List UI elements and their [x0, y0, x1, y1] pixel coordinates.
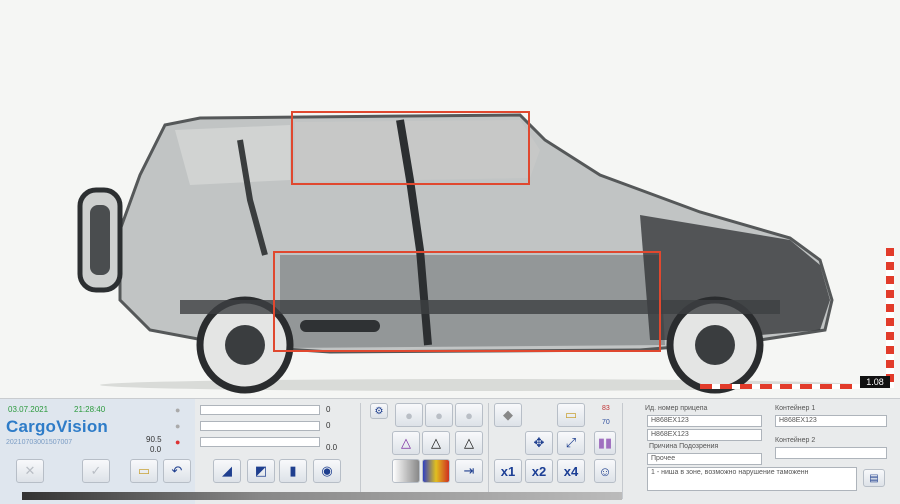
cancel-button[interactable]: ✕ [16, 459, 44, 483]
scan-date: 03.07.2021 [8, 405, 49, 414]
scan-info-block: 03.07.2021 21:28:40 CargoVision 20210703… [0, 399, 195, 504]
zoom-readout: 1.08 [860, 376, 890, 388]
scan-serial: 20210703001507007 [6, 439, 73, 446]
person-icon[interactable]: ☺ [594, 459, 616, 483]
value-a: 90.5 [146, 435, 162, 444]
scanner-icon[interactable]: ⚙ [370, 403, 388, 419]
circle-button-2[interactable]: ● [425, 403, 453, 427]
eye-icon[interactable]: ◉ [313, 459, 341, 483]
control-panel: 03.07.2021 21:28:40 CargoVision 20210703… [0, 398, 900, 504]
container2-field[interactable] [775, 447, 887, 459]
zoom-x4-button[interactable]: x4 [557, 459, 585, 483]
container1-label: Контейнер 1 [775, 405, 816, 412]
container1-field[interactable]: H868EX123 [775, 415, 887, 427]
scan-time: 21:28:40 [74, 405, 106, 414]
xray-scan-view[interactable]: 1.08 [0, 0, 900, 398]
alert-icon: ● [175, 437, 181, 447]
notes-icon[interactable]: ▤ [863, 469, 885, 487]
undo-icon[interactable]: ↶ [163, 459, 191, 483]
indicator-1: 83 [602, 405, 610, 412]
export-icon[interactable]: ⇥ [455, 459, 483, 483]
zoom-x1-button[interactable]: x1 [494, 459, 522, 483]
divider [360, 403, 361, 499]
grayscale-icon[interactable] [392, 459, 420, 483]
slider-3[interactable] [200, 437, 320, 447]
gamma-icon[interactable]: ◢ [213, 459, 241, 483]
trailer-field-2[interactable]: H868EX123 [647, 429, 762, 441]
value-b: 0.0 [150, 445, 162, 454]
vehicle-info-block: Ид. номер прицепа Контейнер 1 H868EX123 … [625, 399, 900, 504]
histogram-icon[interactable]: ▮ [279, 459, 307, 483]
divider-2 [488, 403, 489, 499]
fit-screen-icon[interactable]: ⤢ [557, 431, 585, 455]
image-strip-bar [22, 492, 622, 500]
circle-button-3[interactable]: ● [455, 403, 483, 427]
triangle-outline-icon[interactable]: △ [455, 431, 483, 455]
vertical-scale-ruler [886, 248, 894, 388]
roi-box-floor[interactable] [273, 251, 661, 352]
brand-logo: CargoVision [6, 417, 109, 436]
folder-icon[interactable]: ▭ [557, 403, 585, 427]
slider-3-value: 0.0 [326, 443, 338, 452]
color-palette-icon[interactable] [422, 459, 450, 483]
slider-2[interactable] [200, 421, 320, 431]
container2-label: Контейнер 2 [775, 437, 816, 444]
reason-label: Причина Подозрения [649, 443, 719, 450]
move-icon[interactable]: ✥ [525, 431, 553, 455]
brightness-icon: ● [175, 405, 181, 415]
open-folder-icon[interactable]: ▭ [130, 459, 158, 483]
circle-button-1[interactable]: ● [395, 403, 423, 427]
slider-2-value: 0 [326, 421, 331, 430]
triangle-purple-icon[interactable]: △ [392, 431, 420, 455]
contrast-icon: ● [175, 421, 181, 431]
comment-field[interactable]: 1 - ниша в зоне, возможно нарушение тамо… [647, 467, 857, 491]
zoom-x2-button[interactable]: x2 [525, 459, 553, 483]
roi-box-roof[interactable] [291, 111, 530, 185]
triangle-black-icon[interactable]: △ [422, 431, 450, 455]
slider-1[interactable] [200, 405, 320, 415]
curve-icon[interactable]: ◩ [247, 459, 275, 483]
eraser-icon[interactable]: ◆ [494, 403, 522, 427]
reason-select[interactable]: Прочее [647, 453, 762, 465]
divider-3 [622, 403, 623, 499]
pause-icon[interactable]: ▮▮ [594, 431, 616, 455]
indicator-2: 70 [602, 419, 610, 426]
slider-1-value: 0 [326, 405, 331, 414]
confirm-button[interactable]: ✓ [82, 459, 110, 483]
horizontal-scale-ruler [700, 384, 860, 389]
trailer-label: Ид. номер прицепа [645, 405, 708, 412]
trailer-field[interactable]: H868EX123 [647, 415, 762, 427]
